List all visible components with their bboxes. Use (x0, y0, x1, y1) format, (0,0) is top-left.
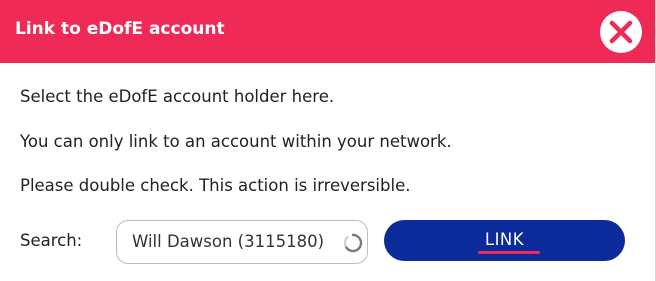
instruction-warning: Please double check. This action is irre… (20, 176, 411, 195)
spinner-icon (343, 233, 363, 253)
modal-header: Link to eDofE account (0, 0, 655, 63)
search-input-value: Will Dawson (3115180) (132, 232, 325, 251)
link-button-label: LINK (484, 230, 525, 249)
instruction-select: Select the eDofE account holder here. (20, 87, 335, 106)
close-x-circle-icon (601, 12, 641, 52)
link-button[interactable]: LINK (384, 220, 625, 261)
link-account-modal: Link to eDofE account Select the eDofE a… (0, 0, 656, 281)
search-input[interactable]: Will Dawson (3115180) (116, 220, 368, 264)
search-label: Search: (20, 231, 83, 250)
instruction-network: You can only link to an account within y… (20, 132, 452, 151)
link-button-underline (478, 251, 540, 254)
modal-title: Link to eDofE account (15, 19, 225, 39)
close-button[interactable] (600, 11, 642, 53)
